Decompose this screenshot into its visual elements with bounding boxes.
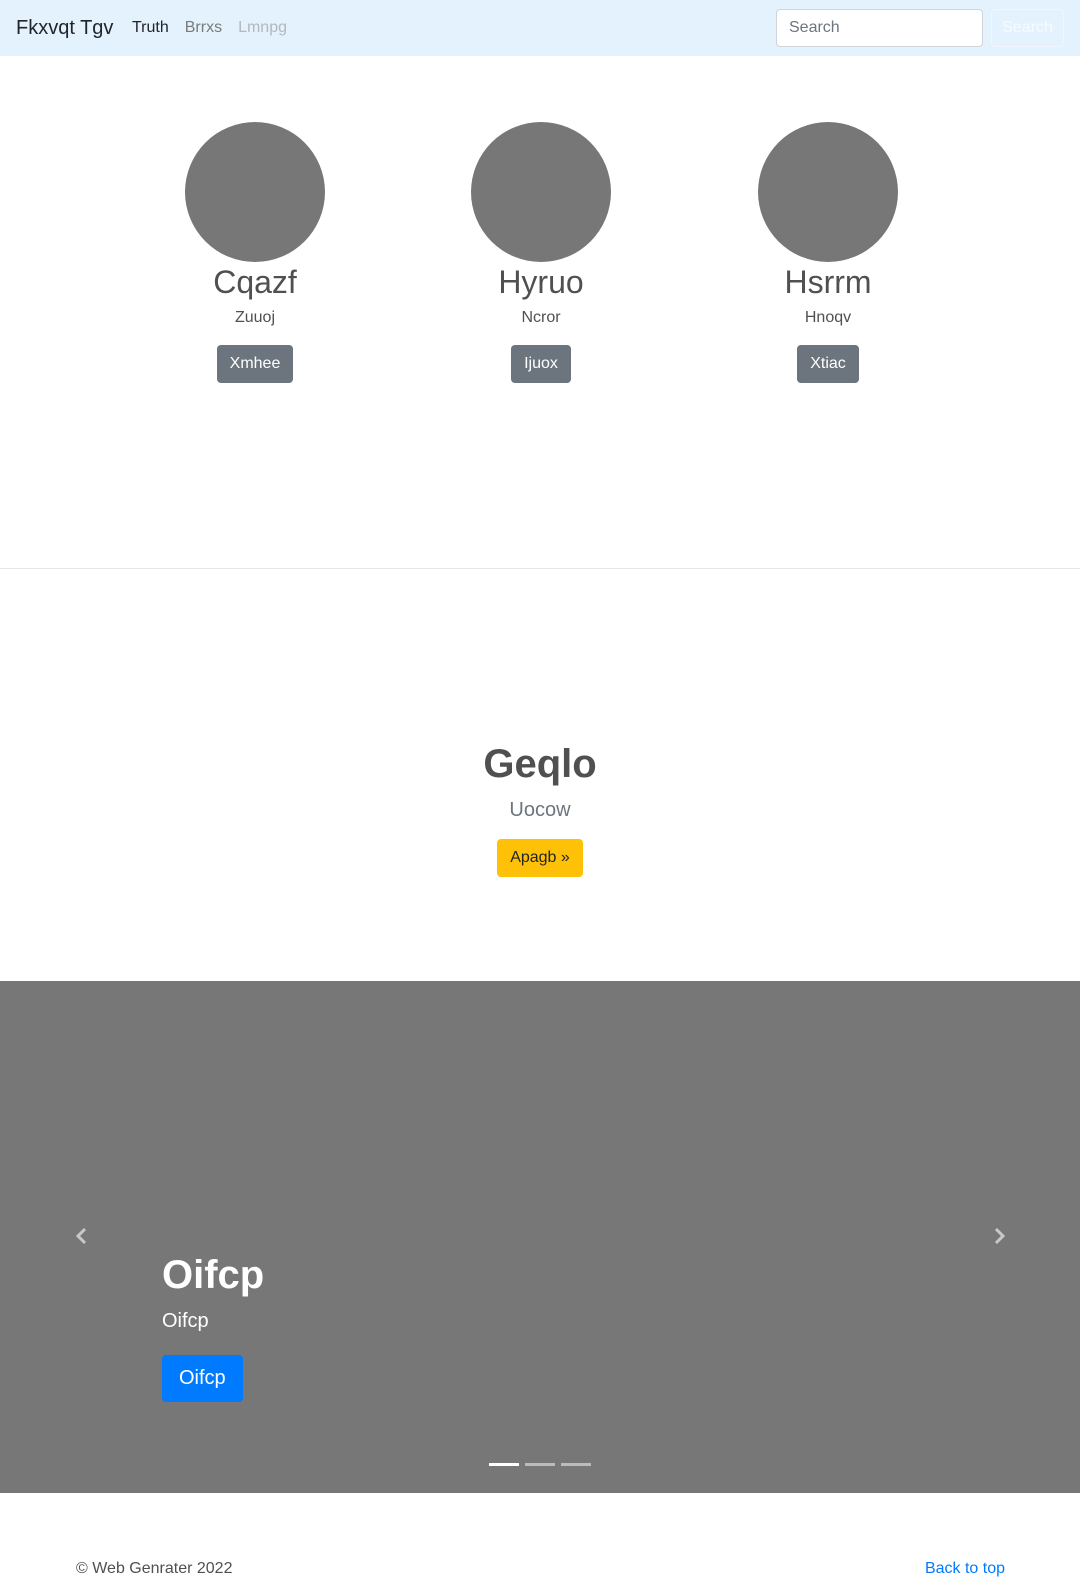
- carousel-prev-icon[interactable]: [72, 1226, 92, 1246]
- avatar-placeholder: [185, 122, 325, 262]
- nav-link-brrxs[interactable]: Brrxs: [177, 16, 230, 40]
- avatar-placeholder: [471, 122, 611, 262]
- team-card: Hyruo Ncror Ijuox: [441, 122, 641, 383]
- team-member-button[interactable]: Ijuox: [511, 345, 571, 383]
- back-to-top-link[interactable]: Back to top: [925, 1559, 1005, 1579]
- team-member-role: Hnoqv: [804, 309, 852, 326]
- team-member-name: Cqazf: [213, 264, 297, 300]
- carousel-indicators: [489, 1463, 591, 1466]
- carousel-caption: Oifcp Oifcp Oifcp: [162, 1251, 264, 1402]
- carousel-button[interactable]: Oifcp: [162, 1355, 243, 1402]
- carousel-indicator[interactable]: [561, 1463, 591, 1466]
- team-card: Hsrrm Hnoqv Xtiac: [728, 122, 928, 383]
- nav-links: Truth Brrxs Lmnpg: [124, 16, 295, 40]
- carousel-indicator[interactable]: [525, 1463, 555, 1466]
- footer-copyright: © Web Genrater 2022: [76, 1560, 233, 1577]
- section-divider: [0, 568, 1080, 569]
- hero-title: Geqlo: [483, 742, 597, 786]
- search-input[interactable]: [776, 9, 983, 47]
- team-member-role: Zuuoj: [234, 309, 276, 326]
- team-member-name: Hyruo: [498, 264, 584, 300]
- hero-section: Geqlo Uocow Apagb »: [0, 740, 1080, 877]
- chevron-left-icon: [75, 1227, 87, 1245]
- team-member-button[interactable]: Xmhee: [216, 345, 294, 383]
- hero-subtitle: Uocow: [509, 799, 571, 821]
- chevron-right-icon: [994, 1227, 1006, 1245]
- search-button[interactable]: Search: [991, 9, 1064, 47]
- team-member-role: Ncror: [521, 309, 561, 326]
- avatar-placeholder: [758, 122, 898, 262]
- team-card: Cqazf Zuuoj Xmhee: [155, 122, 355, 383]
- nav-link-truth[interactable]: Truth: [124, 16, 177, 40]
- team-member-button[interactable]: Xtiac: [797, 345, 859, 383]
- carousel-indicator[interactable]: [489, 1463, 519, 1466]
- team-member-name: Hsrrm: [784, 264, 872, 300]
- hero-cta-button[interactable]: Apagb »: [497, 839, 583, 877]
- carousel-next-icon[interactable]: [989, 1226, 1009, 1246]
- carousel-subtitle: Oifcp: [162, 1310, 209, 1332]
- carousel: Oifcp Oifcp Oifcp: [0, 981, 1080, 1493]
- nav-link-lmnpg: Lmnpg: [238, 19, 287, 36]
- brand-logo-text[interactable]: Fkxvqt Tgv: [16, 14, 113, 42]
- top-navbar: Fkxvqt Tgv Truth Brrxs Lmnpg Search: [0, 0, 1080, 56]
- carousel-title: Oifcp: [162, 1253, 265, 1297]
